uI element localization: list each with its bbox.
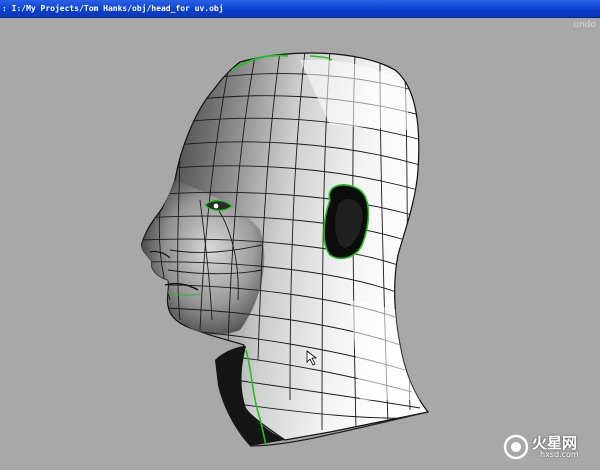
file-path-title: : I:/My Projects/Tom Hanks/obj/head_for …: [2, 4, 224, 13]
3d-viewport[interactable]: [0, 18, 600, 470]
site-watermark: 火星网 hxsd.com: [502, 432, 594, 462]
head-mesh: [141, 52, 430, 447]
window-title-bar[interactable]: : I:/My Projects/Tom Hanks/obj/head_for …: [0, 0, 600, 18]
hxsd-logo-icon: [503, 434, 529, 460]
undo-button[interactable]: undo: [573, 20, 596, 30]
watermark-site: hxsd.com: [540, 450, 579, 459]
